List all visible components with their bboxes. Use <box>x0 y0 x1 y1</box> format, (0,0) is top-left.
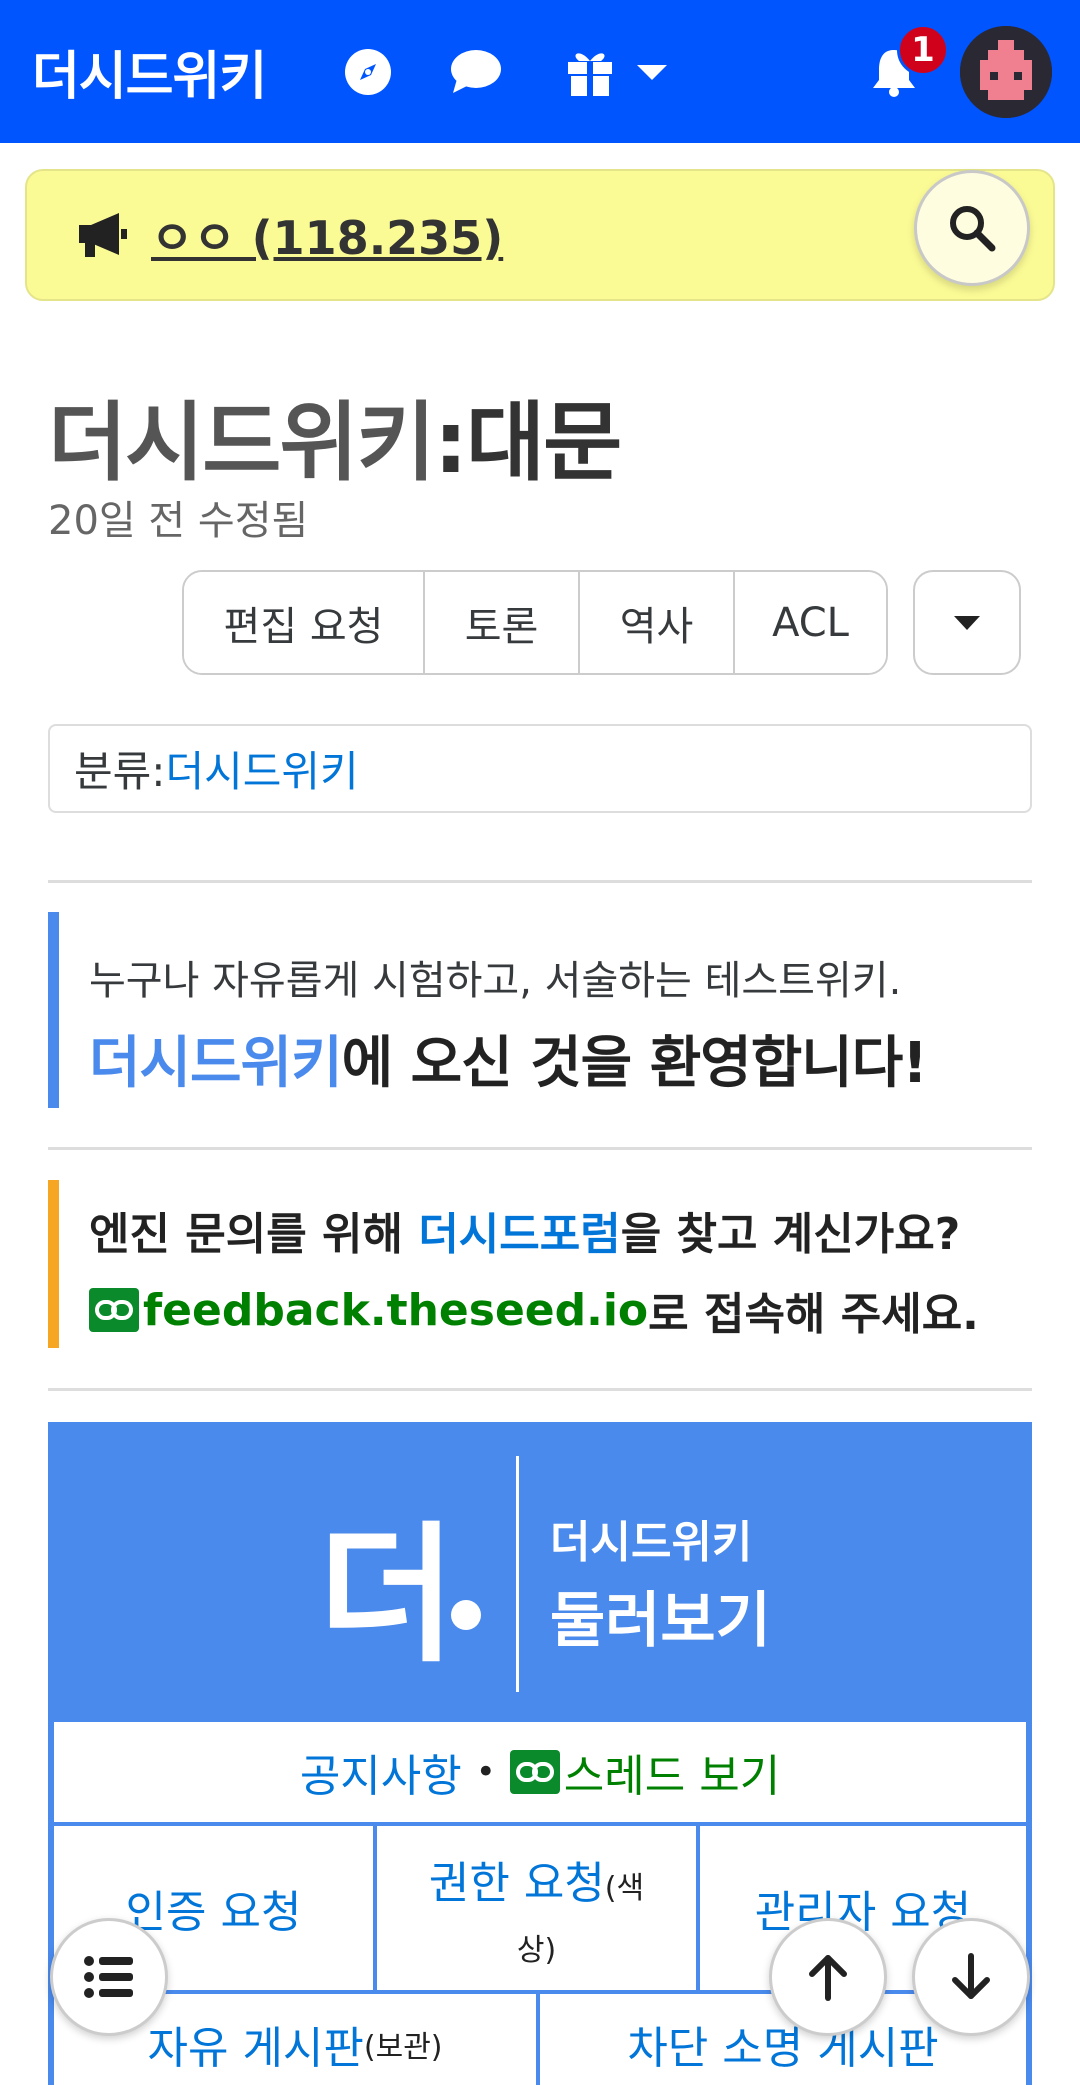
edit-request-button[interactable]: 편집 요청 <box>184 572 425 673</box>
compass-icon[interactable] <box>340 44 396 100</box>
avatar[interactable] <box>960 26 1052 118</box>
toc-button[interactable] <box>50 1918 168 2036</box>
caret-down-icon <box>954 615 980 630</box>
welcome-subtitle: 누구나 자유롭게 시험하고, 서술하는 테스트위키. <box>89 958 902 1004</box>
category-box: 분류: 더시드위키 <box>48 724 1032 813</box>
forum-link[interactable]: 더시드포럼 <box>418 1209 620 1260</box>
gift-icon[interactable] <box>562 44 618 100</box>
portal-logo-dot <box>451 1600 481 1630</box>
free-board-note: (보관) <box>363 2030 443 2065</box>
user-link[interactable]: ㅇㅇ (118.235) <box>151 202 503 268</box>
portal-divider <box>516 1456 519 1692</box>
portal-logo: 더 <box>318 1509 457 1683</box>
forum-notice: 엔진 문의를 위해 더시드포럼을 찾고 계신가요? feedback.these… <box>48 1180 1032 1348</box>
category-label: 분류: <box>74 747 166 796</box>
divider <box>48 1388 1032 1391</box>
portal-cell-permission: 권한 요청(색 상) <box>377 1826 696 1990</box>
portal-header: 더 더시드위키 둘러보기 <box>48 1422 1032 1722</box>
scroll-top-button[interactable] <box>769 1918 887 2036</box>
megaphone-icon <box>79 213 127 257</box>
portal-row-notice: 공지사항 • 스레드 보기 <box>54 1722 1026 1822</box>
forum-notice-line1: 엔진 문의를 위해 더시드포럼을 찾고 계신가요? <box>89 1198 1032 1262</box>
permission-note: (색 <box>604 1871 645 1906</box>
portal-small-title: 더시드위키 <box>550 1517 753 1568</box>
thread-link[interactable]: 스레드 보기 <box>564 1740 780 1804</box>
search-icon <box>950 206 996 252</box>
forum-notice-line2: feedback.theseed.io 로 접속해 주세요. <box>89 1278 1032 1342</box>
page-title: 더시드위키:대문 <box>48 372 623 497</box>
forum-notice-text: 엔진 문의를 위해 <box>89 1209 419 1260</box>
page-actions: 편집 요청 토론 역사 ACL <box>182 570 888 675</box>
chat-icon[interactable] <box>448 44 504 100</box>
blocked-board-link[interactable]: 차단 소명 게시판 <box>627 2012 938 2076</box>
permission-request-link[interactable]: 권한 요청 <box>429 1858 605 1909</box>
verify-request-link[interactable]: 인증 요청 <box>126 1876 302 1940</box>
history-button[interactable]: 역사 <box>580 572 735 673</box>
acl-button[interactable]: ACL <box>735 572 886 673</box>
welcome-heading: 더시드위키에 오신 것을 환영합니다! <box>89 1018 1032 1099</box>
external-link-icon <box>509 1750 560 1794</box>
welcome-text: 에 오신 것을 환영합니다! <box>341 1031 928 1096</box>
free-board-link[interactable]: 자유 게시판 <box>148 2012 364 2076</box>
page-title-prefix: 더시드위키 <box>48 393 436 493</box>
bullet-separator: • <box>475 1752 496 1792</box>
page-title-suffix: :대문 <box>433 393 623 493</box>
arrow-up-icon <box>809 1955 847 2001</box>
welcome-wiki-link[interactable]: 더시드위키 <box>89 1031 343 1096</box>
search-bar[interactable]: ㅇㅇ (118.235) <box>25 169 1055 301</box>
notice-link[interactable]: 공지사항 <box>300 1740 462 1804</box>
scroll-bottom-button[interactable] <box>912 1918 1030 2036</box>
forum-notice-text: 을 찾고 계신가요? <box>620 1209 961 1260</box>
notification-badge: 1 <box>897 24 949 76</box>
category-link[interactable]: 더시드위키 <box>165 738 358 799</box>
permission-note-cont: 상) <box>516 1933 557 1968</box>
portal-title: 둘러보기 <box>550 1586 771 1656</box>
brand-logo[interactable]: 더시드위키 <box>32 34 267 109</box>
welcome-blockquote: 누구나 자유롭게 시험하고, 서술하는 테스트위키. 더시드위키에 오신 것을 … <box>48 912 1032 1108</box>
list-icon <box>84 1956 133 1998</box>
arrow-down-icon <box>952 1953 990 1999</box>
last-edited: 20일 전 수정됨 <box>48 498 309 544</box>
forum-notice-text: 로 접속해 주세요. <box>648 1289 979 1340</box>
search-button[interactable] <box>914 170 1030 286</box>
external-link-icon <box>89 1288 139 1332</box>
chevron-down-icon[interactable] <box>624 44 680 100</box>
feedback-link[interactable]: feedback.theseed.io <box>143 1285 648 1336</box>
discussion-button[interactable]: 토론 <box>425 572 580 673</box>
divider <box>48 880 1032 883</box>
divider <box>48 1147 1032 1150</box>
more-dropdown-button[interactable] <box>913 570 1021 675</box>
